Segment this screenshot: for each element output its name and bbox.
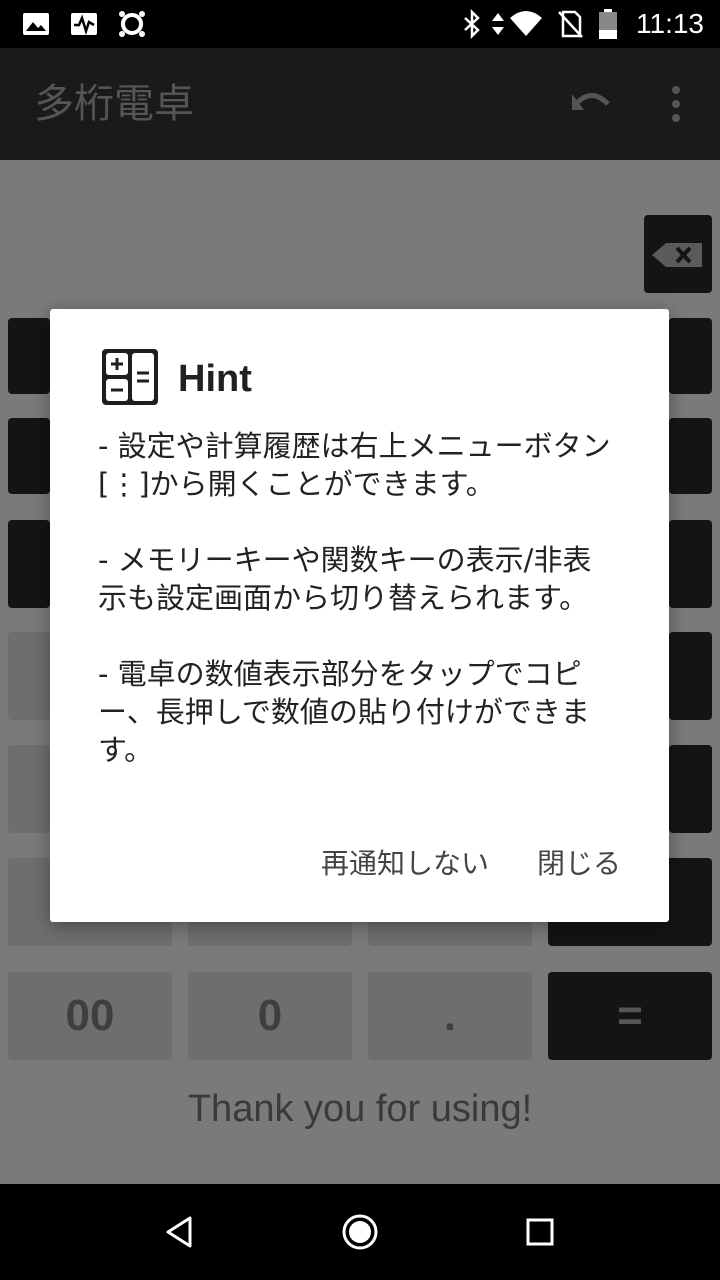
home-icon[interactable] xyxy=(336,1208,384,1256)
thank-you-message: Thank you for using! xyxy=(187,1088,533,1130)
status-bar: 11:13 xyxy=(0,0,720,48)
number-key[interactable] xyxy=(8,745,50,833)
back-icon[interactable] xyxy=(156,1208,204,1256)
operator-key[interactable] xyxy=(669,745,712,833)
function-key[interactable] xyxy=(669,418,712,494)
image-notification-icon xyxy=(23,13,49,35)
zero-key[interactable]: 0 xyxy=(188,972,352,1060)
backspace-button[interactable] xyxy=(644,215,712,293)
function-key[interactable] xyxy=(669,520,712,608)
operator-key[interactable] xyxy=(669,632,712,720)
undo-icon[interactable] xyxy=(568,80,616,128)
app-title: 多桁電卓 xyxy=(34,81,194,127)
function-key[interactable] xyxy=(8,520,50,608)
data-transfer-icon xyxy=(492,13,504,35)
dialog-title: Hint xyxy=(178,358,252,400)
dialog-message: - 設定や計算履歴は右上メニューボタン[⋮]から開くことができます。 - メモリ… xyxy=(98,427,618,807)
activity-notification-icon xyxy=(71,13,97,36)
number-key[interactable] xyxy=(8,632,50,720)
hint-paragraph: - 電卓の数値表示部分をタップでコピー、長押しで数値の貼り付けができます。 xyxy=(98,657,590,767)
equals-key[interactable]: = xyxy=(548,972,712,1060)
navigation-bar xyxy=(0,1184,720,1280)
memory-key[interactable] xyxy=(8,318,50,394)
decimal-point-key[interactable]: . xyxy=(368,972,532,1060)
memory-key[interactable] xyxy=(669,318,712,394)
no-sim-icon xyxy=(558,10,583,38)
function-key[interactable] xyxy=(8,418,50,494)
hint-paragraph: - メモリーキーや関数キーの表示/非表示も設定画面から切り替えられます。 xyxy=(98,543,592,615)
overflow-menu-icon[interactable] xyxy=(652,80,700,128)
battery-icon xyxy=(599,9,617,39)
status-time: 11:13 xyxy=(636,8,704,39)
backspace-icon xyxy=(652,243,702,267)
close-button[interactable]: 閉じる xyxy=(537,844,621,884)
double-zero-key[interactable]: 00 xyxy=(8,972,172,1060)
recents-icon[interactable] xyxy=(516,1208,564,1256)
app-bar: 多桁電卓 xyxy=(0,48,720,160)
hint-paragraph: - 設定や計算履歴は右上メニューボタン[⋮]から開くことができます。 xyxy=(98,429,611,501)
wifi-icon xyxy=(510,11,542,36)
calculator-icon xyxy=(102,349,158,405)
hint-dialog: Hint - 設定や計算履歴は右上メニューボタン[⋮]から開くことができます。 … xyxy=(50,309,669,922)
dialog-actions: 再通知しない 閉じる xyxy=(321,844,621,884)
app-notification-icon xyxy=(119,11,145,37)
bluetooth-icon xyxy=(464,8,480,40)
dont-show-again-button[interactable]: 再通知しない xyxy=(321,844,489,884)
